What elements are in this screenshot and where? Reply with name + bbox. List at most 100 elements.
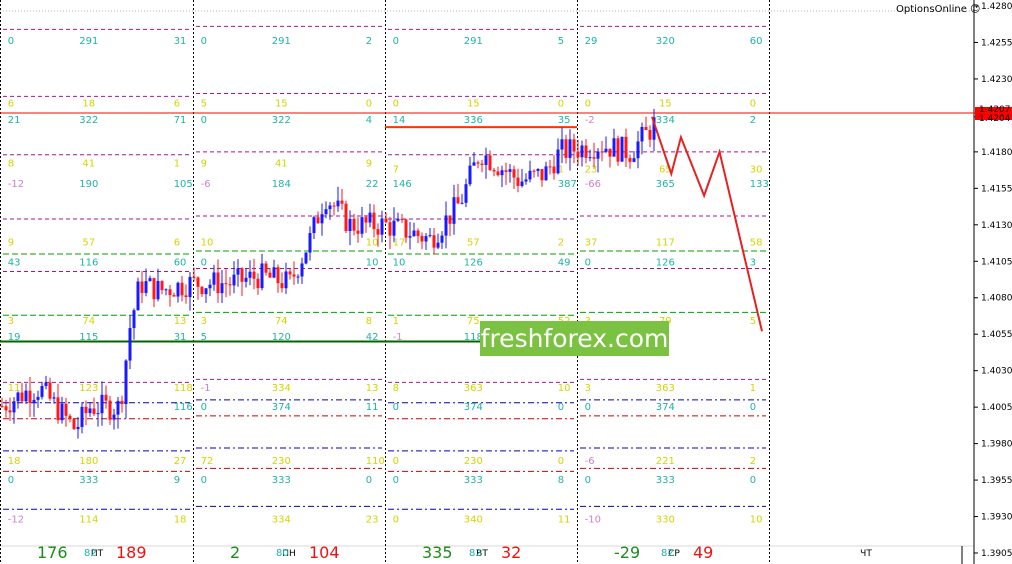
candle-body — [0, 405, 4, 407]
level-value-label: 18 — [82, 99, 95, 110]
candle-body — [352, 218, 356, 231]
level-value-label: 9 — [8, 237, 14, 248]
candle-body — [304, 252, 308, 264]
candle-body — [64, 403, 68, 416]
candle-body — [644, 126, 648, 131]
candle-body — [432, 235, 436, 248]
level-value-label: 41 — [275, 159, 288, 170]
candle-body — [560, 139, 564, 150]
level-value-label: 60 — [750, 36, 763, 47]
candle-body — [80, 406, 84, 427]
level-value-label: 0 — [201, 258, 207, 269]
level-value-label: 23 — [585, 164, 598, 175]
candle-body — [260, 263, 264, 289]
candle-body — [628, 158, 632, 162]
candle-body — [232, 274, 236, 286]
level-value-label: 123 — [79, 383, 98, 394]
level-value-label: 31 — [174, 332, 187, 343]
price-tick-label: 1.4030 — [981, 367, 1012, 377]
candle-body — [468, 165, 472, 185]
level-value-label: 5 — [750, 316, 756, 327]
candle-body — [436, 242, 440, 248]
candle-body — [272, 267, 276, 278]
candle-body — [108, 400, 112, 420]
bottom-level-value: 82 — [469, 548, 482, 559]
level-value-label: 334 — [272, 383, 291, 394]
level-value-label: 0 — [558, 99, 564, 110]
level-value-label: 37 — [585, 237, 598, 248]
candle-body — [380, 218, 384, 235]
level-value-label: -6 — [201, 179, 211, 190]
level-value-label: 118 — [174, 383, 193, 394]
candle-body — [416, 230, 420, 236]
candle-body — [8, 410, 12, 413]
candle-body — [328, 205, 332, 210]
candle-body — [588, 157, 592, 159]
price-chart[interactable]: 1.4280 1.4255 1.4230 1.4204 1.4180 1.4155 1.41… — [0, 0, 1012, 564]
level-value-label: 3 — [585, 383, 591, 394]
candle-body — [460, 202, 464, 204]
candle-body — [392, 220, 396, 236]
level-value-label: 57 — [467, 237, 480, 248]
price-tick-label: 1.4080 — [981, 294, 1012, 304]
candle-body — [112, 414, 116, 420]
candle-body — [40, 385, 44, 397]
candle-body — [396, 219, 400, 221]
level-value-label: 21 — [8, 115, 21, 126]
level-value-label: 27 — [174, 456, 187, 467]
price-tick-label: 1.4055 — [981, 330, 1012, 340]
price-tick-label: 1.3955 — [981, 476, 1012, 486]
candle-body — [556, 149, 560, 174]
candle-body — [140, 281, 144, 293]
candle-body — [172, 295, 176, 297]
level-value-label: 18 — [174, 514, 187, 525]
level-value-label: -1 — [201, 383, 211, 394]
candle-body — [452, 197, 456, 224]
candle-body — [136, 281, 140, 311]
candle-body — [52, 397, 56, 399]
level-value-label: 291 — [79, 36, 98, 47]
level-value-label: 105 — [174, 179, 193, 190]
candle-body — [488, 155, 492, 170]
level-value-label: 23 — [366, 514, 379, 525]
candle-body — [484, 155, 488, 165]
candle-body — [104, 394, 108, 401]
candle-body — [640, 126, 644, 142]
candle-body — [276, 267, 280, 284]
level-value-label: -66 — [585, 179, 601, 190]
candle-body — [264, 263, 268, 273]
candle-body — [72, 419, 76, 430]
candle-body — [408, 236, 412, 238]
day-label: ЧТ — [860, 549, 872, 559]
candle-body — [244, 277, 248, 282]
level-value-label: 0 — [750, 99, 756, 110]
level-value-label: 0 — [393, 99, 399, 110]
candle-body — [200, 286, 204, 295]
level-value-label: 333 — [79, 475, 98, 486]
candle-body — [144, 281, 148, 293]
level-value-label: 10 — [201, 237, 214, 248]
level-value-label: 9 — [366, 159, 372, 170]
candle-body — [324, 209, 328, 215]
level-value-label: 2 — [558, 237, 564, 248]
candle-body — [476, 162, 480, 164]
level-value-label: 0 — [393, 402, 399, 413]
level-value-label: 334 — [656, 115, 675, 126]
candle-body — [504, 170, 508, 172]
candle-body — [308, 233, 312, 253]
candle-body — [464, 184, 468, 203]
forecast-path — [651, 116, 763, 332]
candle-body — [56, 397, 60, 421]
level-value-label: 2 — [750, 115, 756, 126]
level-value-label: 11 — [366, 402, 379, 413]
level-value-label: 17 — [393, 237, 406, 248]
level-value-label: 4 — [366, 115, 372, 126]
level-value-label: 5 — [201, 332, 207, 343]
level-value-label: 0 — [750, 475, 756, 486]
candle-body — [24, 390, 28, 402]
level-value-label: 10 — [393, 258, 406, 269]
level-value-label: 60 — [174, 258, 187, 269]
candle-body — [188, 276, 192, 298]
candle-body — [632, 158, 636, 162]
level-value-label: 8 — [366, 316, 372, 327]
